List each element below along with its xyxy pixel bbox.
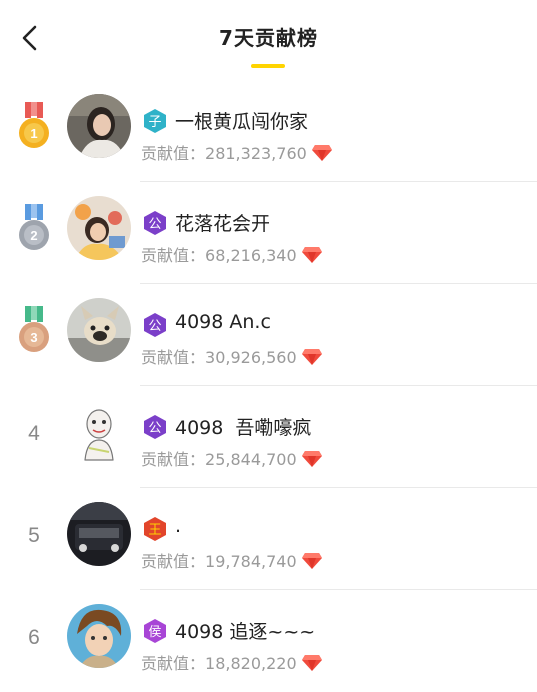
page-title: 7天贡献榜 bbox=[219, 26, 318, 50]
svg-text:公: 公 bbox=[148, 217, 161, 232]
contribution-value: 贡献值：19,784,740 bbox=[141, 548, 323, 572]
rank-number: 4 bbox=[28, 422, 40, 445]
diamond-icon bbox=[301, 655, 322, 671]
contribution-amount: 30,926,560 bbox=[205, 348, 297, 367]
leaderboard-row-4[interactable]: 4 公 4098 吾嘞嚎疯 贡献值：25,844,700 bbox=[0, 386, 537, 488]
contribution-label: 贡献值： bbox=[141, 654, 206, 673]
user-name: 4098 吾嘞嚎疯 bbox=[175, 417, 312, 439]
rank-badge-icon: 王 bbox=[144, 517, 166, 541]
diamond-icon bbox=[311, 145, 332, 161]
avatar[interactable] bbox=[67, 298, 131, 362]
rank-badge-icon: 公 bbox=[144, 415, 166, 439]
avatar[interactable] bbox=[67, 604, 131, 668]
svg-text:王: 王 bbox=[148, 523, 161, 538]
contribution-value: 贡献值：281,323,760 bbox=[141, 140, 333, 164]
leaderboard-row-3[interactable]: 3 公 4098 An.c 贡献值：30,926,560 bbox=[0, 284, 537, 386]
bronze-medal-icon: 3 bbox=[19, 306, 49, 352]
avatar[interactable] bbox=[67, 94, 131, 158]
svg-text:子: 子 bbox=[148, 115, 161, 130]
contribution-value: 贡献值：30,926,560 bbox=[141, 344, 323, 368]
user-name: . bbox=[175, 515, 182, 537]
contribution-label: 贡献值： bbox=[141, 144, 206, 163]
contribution-value: 贡献值：25,844,700 bbox=[141, 446, 323, 470]
avatar[interactable] bbox=[67, 196, 131, 260]
svg-text:公: 公 bbox=[148, 421, 161, 436]
svg-text:3: 3 bbox=[30, 330, 37, 345]
rank-number: 6 bbox=[28, 626, 40, 649]
rank-badge-icon: 侯 bbox=[144, 619, 166, 643]
leaderboard-row-5[interactable]: 5 王 . 贡献值：19,784,740 bbox=[0, 488, 537, 590]
contribution-label: 贡献值： bbox=[141, 348, 206, 367]
gold-medal-icon: 1 bbox=[19, 102, 49, 148]
user-name: 花落花会开 bbox=[175, 213, 271, 235]
diamond-icon bbox=[301, 247, 322, 263]
contribution-amount: 18,820,220 bbox=[205, 654, 297, 673]
contribution-value: 贡献值：68,216,340 bbox=[141, 242, 323, 266]
silver-medal-icon: 2 bbox=[19, 204, 49, 250]
diamond-icon bbox=[301, 553, 322, 569]
rank-badge-icon: 公 bbox=[144, 313, 166, 337]
header-bar: 7天贡献榜 bbox=[0, 0, 537, 80]
diamond-icon bbox=[301, 451, 322, 467]
svg-text:公: 公 bbox=[148, 319, 161, 334]
diamond-icon bbox=[301, 349, 322, 365]
user-name: 4098 An.c bbox=[175, 311, 271, 333]
contribution-label: 贡献值： bbox=[141, 552, 206, 571]
leaderboard-row-2[interactable]: 2 公 花落花会开 贡献值：68,216,340 bbox=[0, 182, 537, 284]
rank-badge-icon: 子 bbox=[144, 109, 166, 133]
contribution-amount: 281,323,760 bbox=[205, 144, 307, 163]
avatar[interactable] bbox=[67, 400, 131, 464]
leaderboard-row-1[interactable]: 1 子 一根黄瓜闯你家 贡献值：281,323,760 bbox=[0, 80, 537, 182]
svg-text:侯: 侯 bbox=[148, 625, 161, 640]
rank-number: 5 bbox=[28, 524, 40, 547]
contribution-value: 贡献值：18,820,220 bbox=[141, 650, 323, 674]
active-tab-indicator bbox=[251, 64, 285, 68]
user-name: 一根黄瓜闯你家 bbox=[175, 111, 309, 133]
leaderboard-row-6[interactable]: 6 侯 4098 追逐~~~ 贡献值：18,820,220 bbox=[0, 590, 537, 692]
contribution-label: 贡献值： bbox=[141, 450, 206, 469]
user-name: 4098 追逐~~~ bbox=[175, 621, 316, 643]
contribution-label: 贡献值： bbox=[141, 246, 206, 265]
contribution-amount: 25,844,700 bbox=[205, 450, 297, 469]
contribution-amount: 68,216,340 bbox=[205, 246, 297, 265]
svg-text:1: 1 bbox=[30, 126, 37, 141]
svg-text:2: 2 bbox=[30, 228, 37, 243]
rank-badge-icon: 公 bbox=[144, 211, 166, 235]
avatar[interactable] bbox=[67, 502, 131, 566]
contribution-amount: 19,784,740 bbox=[205, 552, 297, 571]
